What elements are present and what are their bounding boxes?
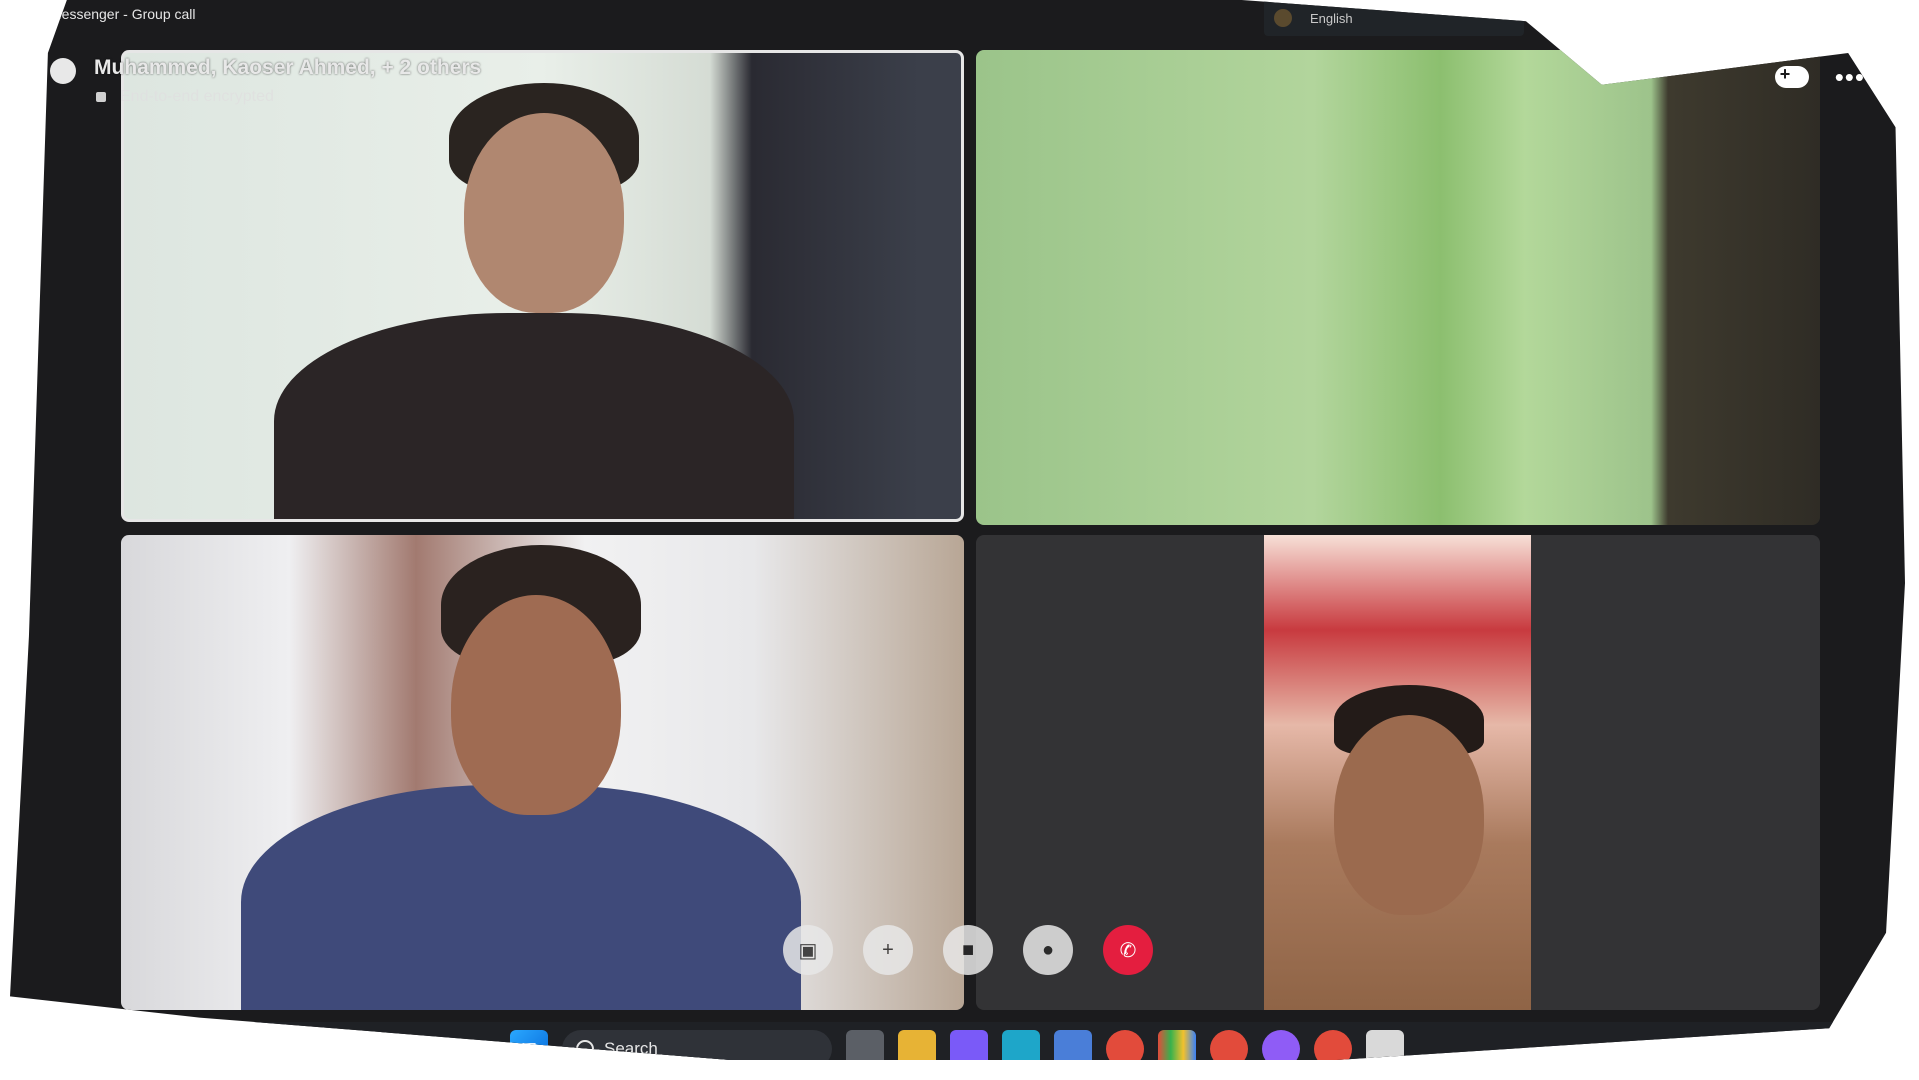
onedrive-icon[interactable]: ☁ xyxy=(1699,1044,1715,1060)
add-people-button[interactable]: + xyxy=(863,925,913,975)
microphone-icon: ● xyxy=(1041,938,1055,961)
messenger-window: Messenger - Group call English Muhammed,… xyxy=(10,0,1905,1060)
wifi-icon[interactable]: ≋ xyxy=(1771,1044,1784,1060)
share-screen-button[interactable]: ▣ xyxy=(783,925,833,975)
end-call-icon: ✆ xyxy=(1119,939,1137,962)
taskbar-search[interactable]: Search xyxy=(562,1030,832,1060)
video-camera-icon: ■ xyxy=(961,938,975,961)
microphone-tray-icon[interactable]: 🎤 xyxy=(1733,1044,1753,1060)
more-options-icon[interactable]: ••• xyxy=(1835,64,1865,90)
participant-1-body xyxy=(274,313,794,519)
top-right-actions: ••• xyxy=(1774,64,1865,90)
participant-video-2[interactable] xyxy=(976,50,1820,525)
battery-icon[interactable]: ▭ xyxy=(1829,1044,1844,1060)
language-icon xyxy=(1274,9,1292,27)
taskbar-apps: ⊞ Search xyxy=(510,1030,1404,1060)
encryption-note: End-to-end encrypted xyxy=(120,88,274,105)
edge-icon[interactable] xyxy=(1002,1030,1040,1060)
participant-1-face xyxy=(464,113,624,313)
language-label[interactable]: English xyxy=(1310,11,1353,26)
messenger-icon[interactable] xyxy=(1262,1030,1300,1060)
clock-date: 5/12 xyxy=(1861,1055,1889,1071)
volume-icon[interactable]: ♪ xyxy=(1803,1045,1811,1060)
group-avatar[interactable] xyxy=(50,58,76,84)
start-button[interactable]: ⊞ xyxy=(510,1030,548,1060)
chevron-up-icon[interactable]: ^ xyxy=(1674,1045,1682,1060)
task-view-icon[interactable] xyxy=(846,1030,884,1060)
mic-toggle-button[interactable]: ● xyxy=(1023,925,1073,975)
clock-time: 8:04 xyxy=(1861,1037,1889,1053)
call-participants-title[interactable]: Muhammed, Kaoser Ahmed, + 2 others xyxy=(94,56,481,80)
language-bar[interactable]: English xyxy=(1264,0,1524,36)
participant-4-portrait-video xyxy=(1264,535,1531,1010)
participant-3-body xyxy=(241,785,801,1010)
chrome-profile-2-icon[interactable] xyxy=(1314,1030,1352,1060)
snipping-tool-icon[interactable] xyxy=(1366,1030,1404,1060)
add-game-icon[interactable] xyxy=(1774,64,1809,88)
participant-3-face xyxy=(451,595,621,815)
participant-video-1[interactable] xyxy=(121,50,964,522)
copilot-icon[interactable] xyxy=(950,1030,988,1060)
file-explorer-icon[interactable] xyxy=(898,1030,936,1060)
lock-icon xyxy=(96,92,106,102)
search-icon xyxy=(576,1040,594,1058)
participant-4-face xyxy=(1334,715,1484,915)
chrome-icon[interactable] xyxy=(1106,1030,1144,1060)
add-person-icon: + xyxy=(882,938,894,961)
taskbar: ⊞ Search ^ ☁ 🎤 ≋ ♪ ▭ 8:04 5/12 xyxy=(10,1022,1905,1071)
share-screen-icon: ▣ xyxy=(798,939,818,962)
store-icon[interactable] xyxy=(1054,1030,1092,1060)
office-app-icon[interactable] xyxy=(1158,1030,1196,1060)
chrome-profile-icon[interactable] xyxy=(1210,1030,1248,1060)
call-controls: ▣ + ■ ● ✆ xyxy=(783,925,1153,975)
search-label: Search xyxy=(604,1039,658,1058)
video-toggle-button[interactable]: ■ xyxy=(943,925,993,975)
clock[interactable]: 8:04 5/12 xyxy=(1861,1036,1889,1071)
window-title: Messenger - Group call xyxy=(50,6,196,22)
system-tray: ^ ☁ 🎤 ≋ ♪ ▭ 8:04 5/12 xyxy=(1674,1036,1889,1071)
end-call-button[interactable]: ✆ xyxy=(1103,925,1153,975)
